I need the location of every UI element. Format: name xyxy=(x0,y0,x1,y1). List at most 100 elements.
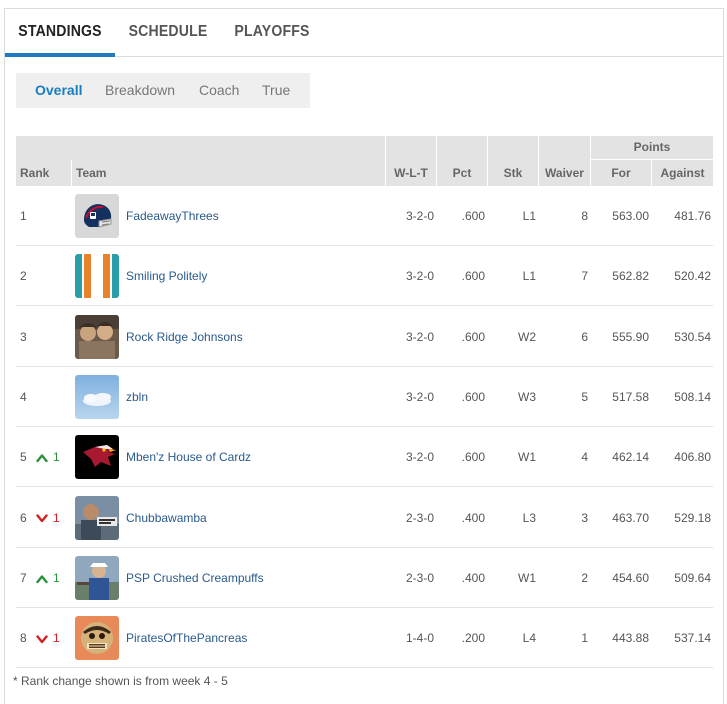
wlt-value: 3-2-0 xyxy=(405,269,434,284)
wlt-value: 3-2-0 xyxy=(405,329,434,344)
tab-playoffs[interactable]: PLAYOFFS xyxy=(232,9,311,57)
arrow-up-icon xyxy=(36,573,48,585)
waiver-value: 2 xyxy=(581,570,588,585)
team-avatar-photo-icon[interactable] xyxy=(75,314,119,359)
rank-value: 1 xyxy=(20,209,27,223)
wlt-value: 3-2-0 xyxy=(405,209,434,223)
table-row: 1 FadeawayThrees 3-2-0 .600 L1 8 563.00 481.76 xyxy=(16,186,713,246)
points-against-value: 406.80 xyxy=(674,450,711,465)
main-tabs: STANDINGS SCHEDULE PLAYOFFS xyxy=(5,9,723,57)
waiver-value: 1 xyxy=(581,631,588,646)
arrow-down-icon xyxy=(36,633,48,645)
table-row: 4 zbln 3-2-0 .600 W3 5 517.58 508.14 xyxy=(16,367,713,427)
header-waiver[interactable]: Waiver xyxy=(539,160,590,186)
active-tab-indicator xyxy=(5,53,115,57)
view-selector: Overall Breakdown Coach True xyxy=(16,73,310,108)
streak-value: W1 xyxy=(518,570,536,585)
team-avatar-person-icon[interactable] xyxy=(75,495,119,540)
rank-value: 4 xyxy=(20,389,27,404)
wlt-value: 2-3-0 xyxy=(405,510,434,525)
header-stk[interactable]: Stk xyxy=(488,160,538,186)
team-avatar-cardinal-icon[interactable] xyxy=(75,435,119,480)
points-for-value: 462.14 xyxy=(612,450,649,465)
team-name-link[interactable]: Chubbawamba xyxy=(126,488,207,548)
waiver-value: 4 xyxy=(581,450,588,465)
table-row: 3 Rock Ridge Johnsons 3-2-0 .600 W2 6 555.90 53… xyxy=(16,307,713,367)
table-row: 2 Smiling Politely 3-2-0 .600 L1 7 562.82 520.4… xyxy=(16,246,713,307)
points-for-value: 454.60 xyxy=(612,570,649,585)
streak-value: W2 xyxy=(518,329,536,344)
pct-value: .600 xyxy=(461,389,485,404)
header-row: Rank Team W-L-T Pct Stk Waiver For Again… xyxy=(16,160,713,186)
table-row: 7 1 PSP Crushed Creampuffs 2-3-0 .400 W1 2 454.… xyxy=(16,548,713,608)
rank-value: 6 xyxy=(20,510,27,525)
rank-change-value: 1 xyxy=(53,570,60,585)
subtab-breakdown[interactable]: Breakdown xyxy=(105,73,175,108)
points-group-header: Points xyxy=(591,136,713,160)
team-name-link[interactable]: Smiling Politely xyxy=(126,246,207,306)
rank-change: 1 xyxy=(36,488,60,548)
rank-change: 1 xyxy=(36,548,60,608)
pct-value: .600 xyxy=(461,209,485,223)
wlt-value: 3-2-0 xyxy=(405,389,434,404)
tab-schedule[interactable]: SCHEDULE xyxy=(124,9,212,57)
subtab-coach[interactable]: Coach xyxy=(199,73,239,108)
points-for-value: 562.82 xyxy=(612,269,649,284)
points-for-value: 563.00 xyxy=(612,209,649,223)
wlt-value: 2-3-0 xyxy=(405,570,434,585)
points-against-value: 509.64 xyxy=(674,570,711,585)
wlt-value: 1-4-0 xyxy=(405,631,434,646)
waiver-value: 8 xyxy=(581,209,588,223)
streak-value: W1 xyxy=(518,450,536,465)
rank-change-value: 1 xyxy=(53,450,60,465)
team-name-link[interactable]: PiratesOfThePancreas xyxy=(126,608,247,668)
points-against-value: 508.14 xyxy=(674,389,711,404)
streak-value: L1 xyxy=(522,209,536,223)
points-against-value: 530.54 xyxy=(674,329,711,344)
waiver-value: 7 xyxy=(581,269,588,284)
rank-change-footnote: * Rank change shown is from week 4 - 5 xyxy=(13,674,228,688)
header-group-row: Points xyxy=(16,136,713,160)
pct-value: .600 xyxy=(461,450,485,465)
header-pct[interactable]: Pct xyxy=(437,160,487,186)
team-avatar-stripes-icon[interactable] xyxy=(75,254,119,299)
team-name-link[interactable]: zbln xyxy=(126,367,148,427)
team-avatar-person2-icon[interactable] xyxy=(75,555,119,600)
team-name-link[interactable]: PSP Crushed Creampuffs xyxy=(126,548,264,608)
team-name-link[interactable]: Mben'z House of Cardz xyxy=(126,427,251,487)
streak-value: W3 xyxy=(518,389,536,404)
header-wlt[interactable]: W-L-T xyxy=(386,160,436,186)
tab-standings[interactable]: STANDINGS xyxy=(12,9,109,57)
points-against-value: 537.14 xyxy=(674,631,711,646)
arrow-down-icon xyxy=(36,512,48,524)
header-rank[interactable]: Rank xyxy=(16,160,71,186)
points-against-value: 520.42 xyxy=(674,269,711,284)
wlt-value: 3-2-0 xyxy=(405,450,434,465)
team-avatar-sky-icon[interactable] xyxy=(75,374,119,419)
points-for-value: 443.88 xyxy=(612,631,649,646)
rank-change-value: 1 xyxy=(53,631,60,646)
team-name-link[interactable]: FadeawayThrees xyxy=(126,186,219,246)
rank-value: 2 xyxy=(20,269,27,284)
pct-value: .600 xyxy=(461,269,485,284)
header-for[interactable]: For xyxy=(591,160,651,186)
rank-change-value: 1 xyxy=(53,510,60,525)
rank-value: 8 xyxy=(20,631,27,646)
subtab-overall[interactable]: Overall xyxy=(35,73,82,108)
waiver-value: 3 xyxy=(581,510,588,525)
table-row: 8 1 PiratesOfThePancreas 1-4-0 .200 L4 1 443.88… xyxy=(16,608,713,669)
points-against-value: 481.76 xyxy=(674,209,711,223)
points-for-value: 463.70 xyxy=(612,510,649,525)
waiver-value: 5 xyxy=(581,389,588,404)
subtab-true[interactable]: True xyxy=(262,73,290,108)
team-name-link[interactable]: Rock Ridge Johnsons xyxy=(126,307,243,367)
pct-value: .600 xyxy=(461,329,485,344)
points-for-value: 555.90 xyxy=(612,329,649,344)
rank-value: 5 xyxy=(20,450,27,465)
team-avatar-helmet-icon[interactable] xyxy=(75,194,119,238)
team-avatar-pirate-icon[interactable] xyxy=(75,616,119,661)
header-against[interactable]: Against xyxy=(652,160,713,186)
header-team[interactable]: Team xyxy=(72,160,385,186)
pct-value: .200 xyxy=(461,631,485,646)
rank-change: 1 xyxy=(36,427,60,487)
